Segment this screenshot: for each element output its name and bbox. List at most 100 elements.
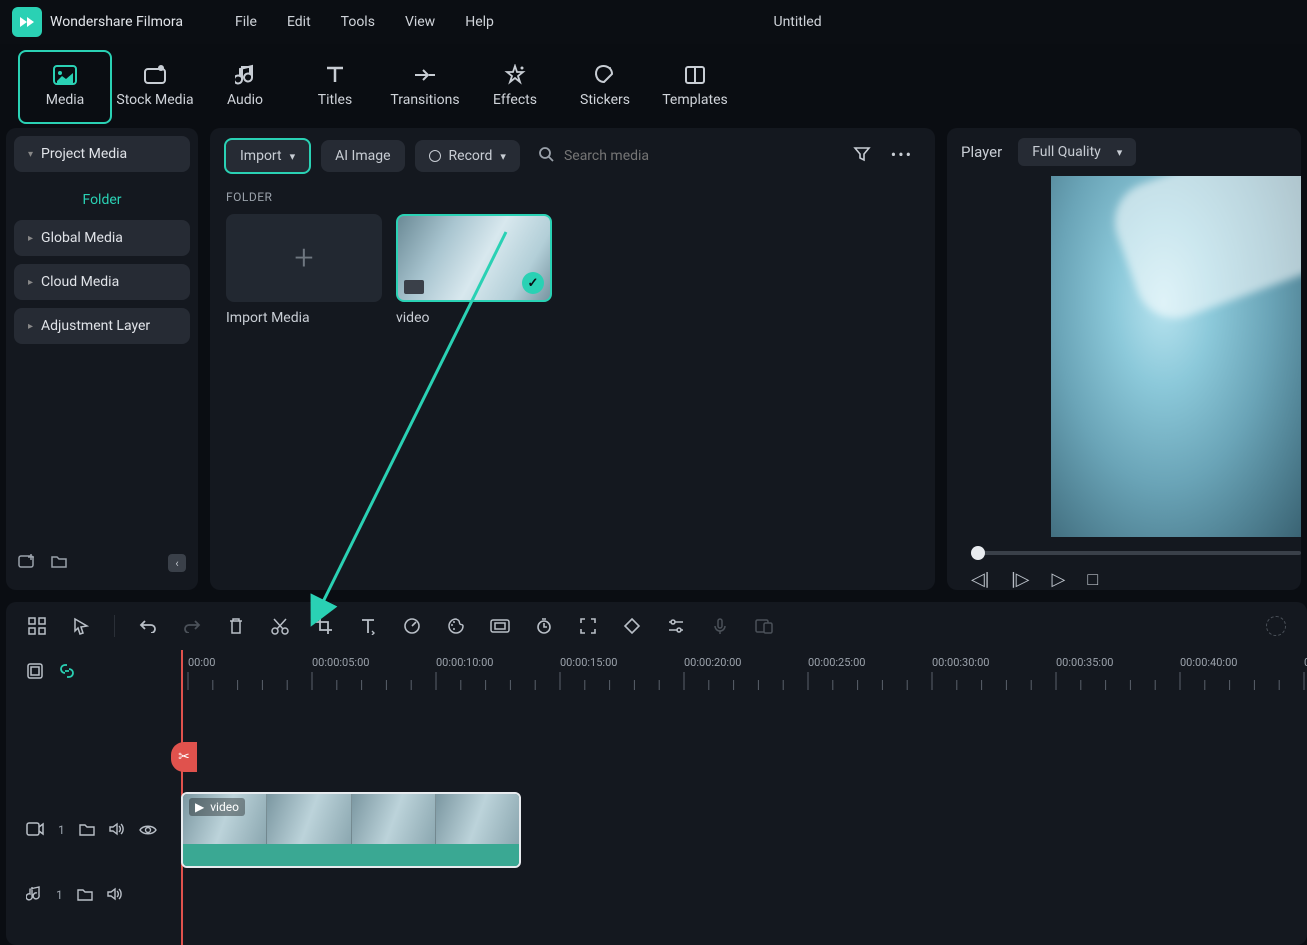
video-clip[interactable]: ▶ video — [181, 792, 521, 868]
player-controls: ◁| |▷ ▷ □ — [961, 555, 1301, 590]
sidebar-global-media[interactable]: ▸ Global Media — [14, 220, 190, 256]
transitions-icon — [380, 62, 470, 88]
device-icon[interactable] — [753, 615, 775, 637]
record-button[interactable]: Record ▾ — [415, 140, 520, 172]
tracks: 1 ▶ video 1 — [6, 760, 1307, 920]
svg-text:00:00:30:00: 00:00:30:00 — [932, 656, 989, 669]
duration-icon[interactable] — [533, 615, 555, 637]
link-icon[interactable] — [58, 662, 76, 684]
play-icon[interactable]: ▷ — [1052, 569, 1066, 590]
redo-icon[interactable] — [181, 615, 203, 637]
separator — [114, 615, 115, 637]
app-name: Wondershare Filmora — [50, 14, 183, 30]
preview-viewport[interactable] — [1051, 176, 1301, 537]
keyframe-icon[interactable] — [621, 615, 643, 637]
render-icon[interactable] — [1265, 615, 1287, 637]
cut-icon[interactable] — [269, 615, 291, 637]
effects-icon — [470, 62, 560, 88]
media-thumbs: + Import Media ✓ video — [210, 214, 935, 326]
sidebar-label: Global Media — [41, 230, 123, 246]
svg-text:00:00:05:00: 00:00:05:00 — [312, 656, 369, 669]
folder-icon[interactable] — [77, 886, 93, 905]
prev-frame-icon[interactable]: ◁| — [971, 569, 989, 590]
menu-tools[interactable]: Tools — [341, 14, 375, 30]
app-logo-wrap: Wondershare Filmora — [0, 7, 195, 37]
new-folder-icon[interactable] — [18, 552, 36, 574]
menu-view[interactable]: View — [405, 14, 435, 30]
tab-templates[interactable]: Templates — [650, 52, 740, 122]
stock-media-icon — [110, 62, 200, 88]
sidebar-panel: ▾ Project Media Folder ▸ Global Media ▸ … — [6, 128, 198, 590]
tab-label: Transitions — [390, 92, 459, 108]
sliders-icon[interactable] — [665, 615, 687, 637]
seek-bar[interactable] — [961, 537, 1301, 555]
menu-items: File Edit Tools View Help — [235, 14, 494, 30]
undo-icon[interactable] — [137, 615, 159, 637]
step-play-icon[interactable]: |▷ — [1011, 569, 1029, 590]
tab-stock-media[interactable]: Stock Media — [110, 52, 200, 122]
speed-icon[interactable] — [401, 615, 423, 637]
stop-icon[interactable]: □ — [1087, 569, 1098, 590]
svg-text:00:00:20:00: 00:00:20:00 — [684, 656, 741, 669]
audio-track: 1 — [6, 870, 1307, 920]
chevron-down-icon: ▾ — [290, 150, 296, 163]
collapse-sidebar-icon[interactable]: ‹ — [168, 554, 186, 572]
tab-titles[interactable]: Titles — [290, 52, 380, 122]
tab-audio[interactable]: Audio — [200, 52, 290, 122]
mute-icon[interactable] — [107, 886, 123, 905]
track-options-icon[interactable] — [26, 662, 44, 684]
filter-icon[interactable] — [853, 145, 871, 167]
check-icon: ✓ — [522, 272, 544, 294]
sidebar-label: Adjustment Layer — [41, 318, 150, 334]
sidebar-cloud-media[interactable]: ▸ Cloud Media — [14, 264, 190, 300]
video-track-icon — [26, 821, 44, 840]
pointer-icon[interactable] — [70, 615, 92, 637]
record-label: Record — [449, 148, 493, 164]
sidebar-project-media[interactable]: ▾ Project Media — [14, 136, 190, 172]
crop-icon[interactable] — [313, 615, 335, 637]
color-icon[interactable] — [445, 615, 467, 637]
video-thumbnail: ✓ — [396, 214, 552, 302]
open-folder-icon[interactable] — [50, 552, 68, 574]
ai-image-button[interactable]: AI Image — [321, 140, 404, 172]
quality-label: Full Quality — [1032, 144, 1101, 160]
sidebar-folder-heading[interactable]: Folder — [14, 180, 190, 220]
import-button[interactable]: Import ▾ — [224, 138, 311, 174]
mute-icon[interactable] — [109, 821, 125, 840]
thumb-label: video — [396, 302, 552, 326]
visibility-icon[interactable] — [139, 821, 157, 840]
grid-icon[interactable] — [26, 615, 48, 637]
time-ruler[interactable]: 00:0000:00:05:0000:00:10:0000:00:15:0000… — [181, 650, 1307, 696]
tab-media[interactable]: Media — [20, 52, 110, 122]
tab-effects[interactable]: Effects — [470, 52, 560, 122]
sidebar-label: Cloud Media — [41, 274, 119, 290]
delete-icon[interactable] — [225, 615, 247, 637]
tab-label: Media — [46, 92, 85, 108]
video-thumb[interactable]: ✓ video — [396, 214, 552, 326]
stickers-icon — [560, 62, 650, 88]
menu-file[interactable]: File — [235, 14, 257, 30]
search-icon[interactable] — [538, 146, 554, 166]
video-track-head: 1 — [6, 821, 181, 840]
seek-knob[interactable] — [971, 546, 985, 560]
menu-edit[interactable]: Edit — [287, 14, 311, 30]
menu-help[interactable]: Help — [465, 14, 494, 30]
tab-stickers[interactable]: Stickers — [560, 52, 650, 122]
mask-icon[interactable] — [489, 615, 511, 637]
quality-select[interactable]: Full Quality ▾ — [1018, 138, 1136, 166]
seek-track[interactable] — [971, 551, 1301, 555]
tab-transitions[interactable]: Transitions — [380, 52, 470, 122]
expand-icon[interactable] — [577, 615, 599, 637]
search-input[interactable] — [564, 148, 744, 164]
import-media-tile[interactable]: + Import Media — [226, 214, 382, 326]
search-wrap — [530, 146, 843, 166]
folder-icon[interactable] — [79, 821, 95, 840]
preview-title: Player — [961, 143, 1002, 161]
more-icon[interactable]: ••• — [891, 145, 913, 167]
sidebar-bottom-actions: ‹ — [14, 544, 190, 582]
sidebar-adjustment-layer[interactable]: ▸ Adjustment Layer — [14, 308, 190, 344]
timeline-panel: 00:0000:00:05:0000:00:10:0000:00:15:0000… — [6, 650, 1307, 945]
voice-icon[interactable] — [709, 615, 731, 637]
tab-label: Stickers — [580, 92, 630, 108]
text-icon[interactable] — [357, 615, 379, 637]
